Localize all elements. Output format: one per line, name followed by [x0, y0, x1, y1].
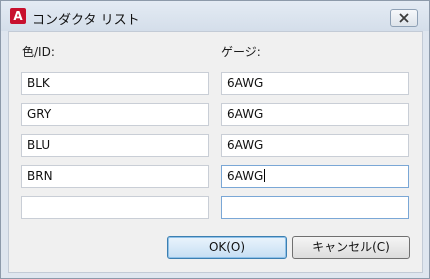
gauge-field-4-value: 6AWG — [227, 169, 264, 183]
title-bar[interactable]: A コンダクタ リスト — [1, 1, 429, 31]
color-field-4[interactable]: BRN — [21, 165, 209, 188]
gauge-field-4[interactable]: 6AWG — [221, 165, 409, 188]
color-field-3[interactable]: BLU — [21, 134, 209, 157]
close-button[interactable] — [390, 9, 418, 27]
dialog-body: 色/ID: ゲージ: BLK 6AWG GRY 6AWG BLU 6AWG BR… — [8, 31, 423, 273]
close-icon — [399, 13, 409, 23]
ok-button[interactable]: OK(O) — [167, 236, 287, 259]
app-icon: A — [10, 8, 26, 24]
gauge-label: ゲージ: — [221, 45, 261, 59]
color-field-5[interactable] — [21, 196, 209, 219]
gauge-field-3[interactable]: 6AWG — [221, 134, 409, 157]
color-field-2[interactable]: GRY — [21, 103, 209, 126]
color-id-label: 色/ID: — [22, 45, 55, 59]
window-title: コンダクタ リスト — [32, 13, 140, 28]
gauge-field-2[interactable]: 6AWG — [221, 103, 409, 126]
text-caret — [264, 169, 266, 182]
color-field-1[interactable]: BLK — [21, 72, 209, 95]
dialog-window: A コンダクタ リスト 色/ID: ゲージ: BLK 6AWG GRY 6AWG… — [0, 0, 430, 279]
gauge-field-1[interactable]: 6AWG — [221, 72, 409, 95]
gauge-field-5[interactable] — [221, 196, 409, 219]
cancel-button[interactable]: キャンセル(C) — [292, 236, 410, 259]
